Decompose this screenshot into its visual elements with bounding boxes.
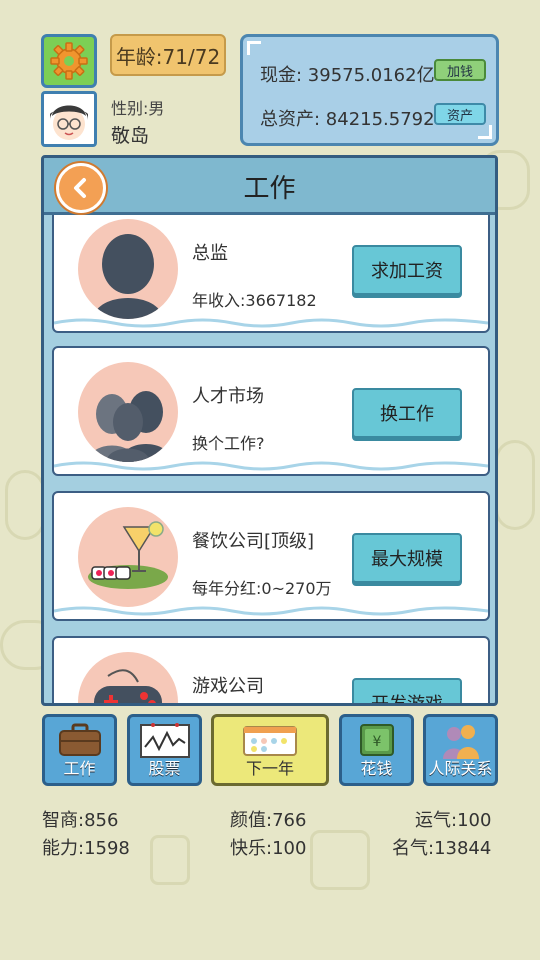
stat-happiness: 快乐:100: [230, 838, 307, 859]
job-title: 游戏公司: [192, 676, 264, 697]
job-card-game-company: 游戏公司 开发游戏: [52, 636, 490, 703]
background-doodle: [310, 830, 370, 890]
stat-looks: 颜值:766: [230, 810, 307, 831]
stat-fame: 名气:13844: [392, 838, 492, 859]
game-company-avatar: [78, 652, 178, 703]
work-header: 工作: [44, 158, 495, 215]
stat-iq: 智商:856: [42, 810, 119, 831]
calendar-icon: [243, 726, 297, 756]
settings-button[interactable]: [41, 34, 97, 88]
nav-next-year-button[interactable]: 下一年: [211, 714, 329, 786]
background-doodle: [495, 440, 535, 530]
nav-spend-label: 花钱: [360, 759, 393, 778]
job-title: 总监: [192, 243, 228, 264]
work-panel: 工作 总监 年收入:3667182 求加工资 人才市场 换个工作? 换工作 餐饮…: [41, 155, 498, 706]
job-card-talent-market: 人才市场 换个工作? 换工作: [52, 346, 490, 476]
avatar-face-icon: [44, 94, 94, 144]
people-silhouette-icon: [88, 391, 172, 462]
avatar: [41, 91, 97, 147]
restaurant-company-avatar: [78, 507, 178, 607]
background-doodle: [5, 470, 45, 540]
gear-icon: [50, 42, 88, 80]
nav-spend-button[interactable]: ¥ 花钱: [339, 714, 414, 786]
total-assets-label: 总资产: 84215.5792亿: [260, 109, 435, 130]
nav-work-button[interactable]: 工作: [42, 714, 117, 786]
money-panel: 现金: 39575.0162亿 加钱 总资产: 84215.5792亿 资产: [240, 34, 499, 146]
job-income: 年收入:3667182: [192, 291, 317, 310]
job-list[interactable]: 总监 年收入:3667182 求加工资 人才市场 换个工作? 换工作 餐饮公司[…: [44, 215, 495, 703]
job-subtitle: 换个工作?: [192, 434, 265, 453]
cocktail-sushi-icon: [88, 521, 168, 589]
max-scale-button[interactable]: 最大规模: [352, 533, 462, 583]
people-icon: [442, 725, 479, 759]
job-card-restaurant-company: 餐饮公司[顶级] 每年分红:0~270万 最大规模: [52, 491, 490, 621]
background-doodle: [150, 835, 190, 885]
job-dividend: 每年分红:0~270万: [192, 579, 332, 598]
cash-label: 现金: 39575.0162亿: [260, 65, 435, 86]
job-card-director: 总监 年收入:3667182 求加工资: [52, 215, 490, 333]
money-stack-icon: ¥: [359, 724, 394, 756]
svg-text:¥: ¥: [372, 734, 381, 750]
person-silhouette-icon: [93, 234, 163, 319]
assets-button[interactable]: 资产: [434, 103, 486, 125]
age-badge: 年龄:71/72: [110, 34, 226, 76]
gender-label: 性别:男: [111, 99, 165, 118]
director-avatar: [78, 219, 178, 319]
player-name: 敬岛: [111, 125, 150, 147]
job-title: 餐饮公司[顶级]: [192, 531, 315, 552]
gamepad-icon: [94, 669, 162, 703]
stat-luck: 运气:100: [415, 810, 492, 831]
stock-chart-icon: [139, 723, 190, 758]
panel-corner: [478, 125, 492, 139]
nav-work-label: 工作: [63, 759, 96, 778]
nav-stocks-button[interactable]: 股票: [127, 714, 202, 786]
add-money-button[interactable]: 加钱: [434, 59, 486, 81]
wave-decoration: [54, 461, 488, 471]
job-title: 人才市场: [192, 386, 264, 407]
talent-market-avatar: [78, 362, 178, 462]
ask-raise-button[interactable]: 求加工资: [352, 245, 462, 295]
work-title: 工作: [243, 174, 296, 204]
briefcase-icon: [58, 723, 101, 756]
age-text: 年龄:71/72: [115, 44, 221, 69]
nav-next-year-label: 下一年: [245, 759, 294, 778]
wave-decoration: [54, 318, 488, 328]
develop-game-button[interactable]: 开发游戏: [352, 678, 462, 703]
change-job-button[interactable]: 换工作: [352, 388, 462, 438]
panel-corner: [247, 41, 261, 55]
wave-decoration: [54, 606, 488, 616]
nav-relations-button[interactable]: 人际关系: [423, 714, 498, 786]
stat-ability: 能力:1598: [42, 838, 130, 859]
